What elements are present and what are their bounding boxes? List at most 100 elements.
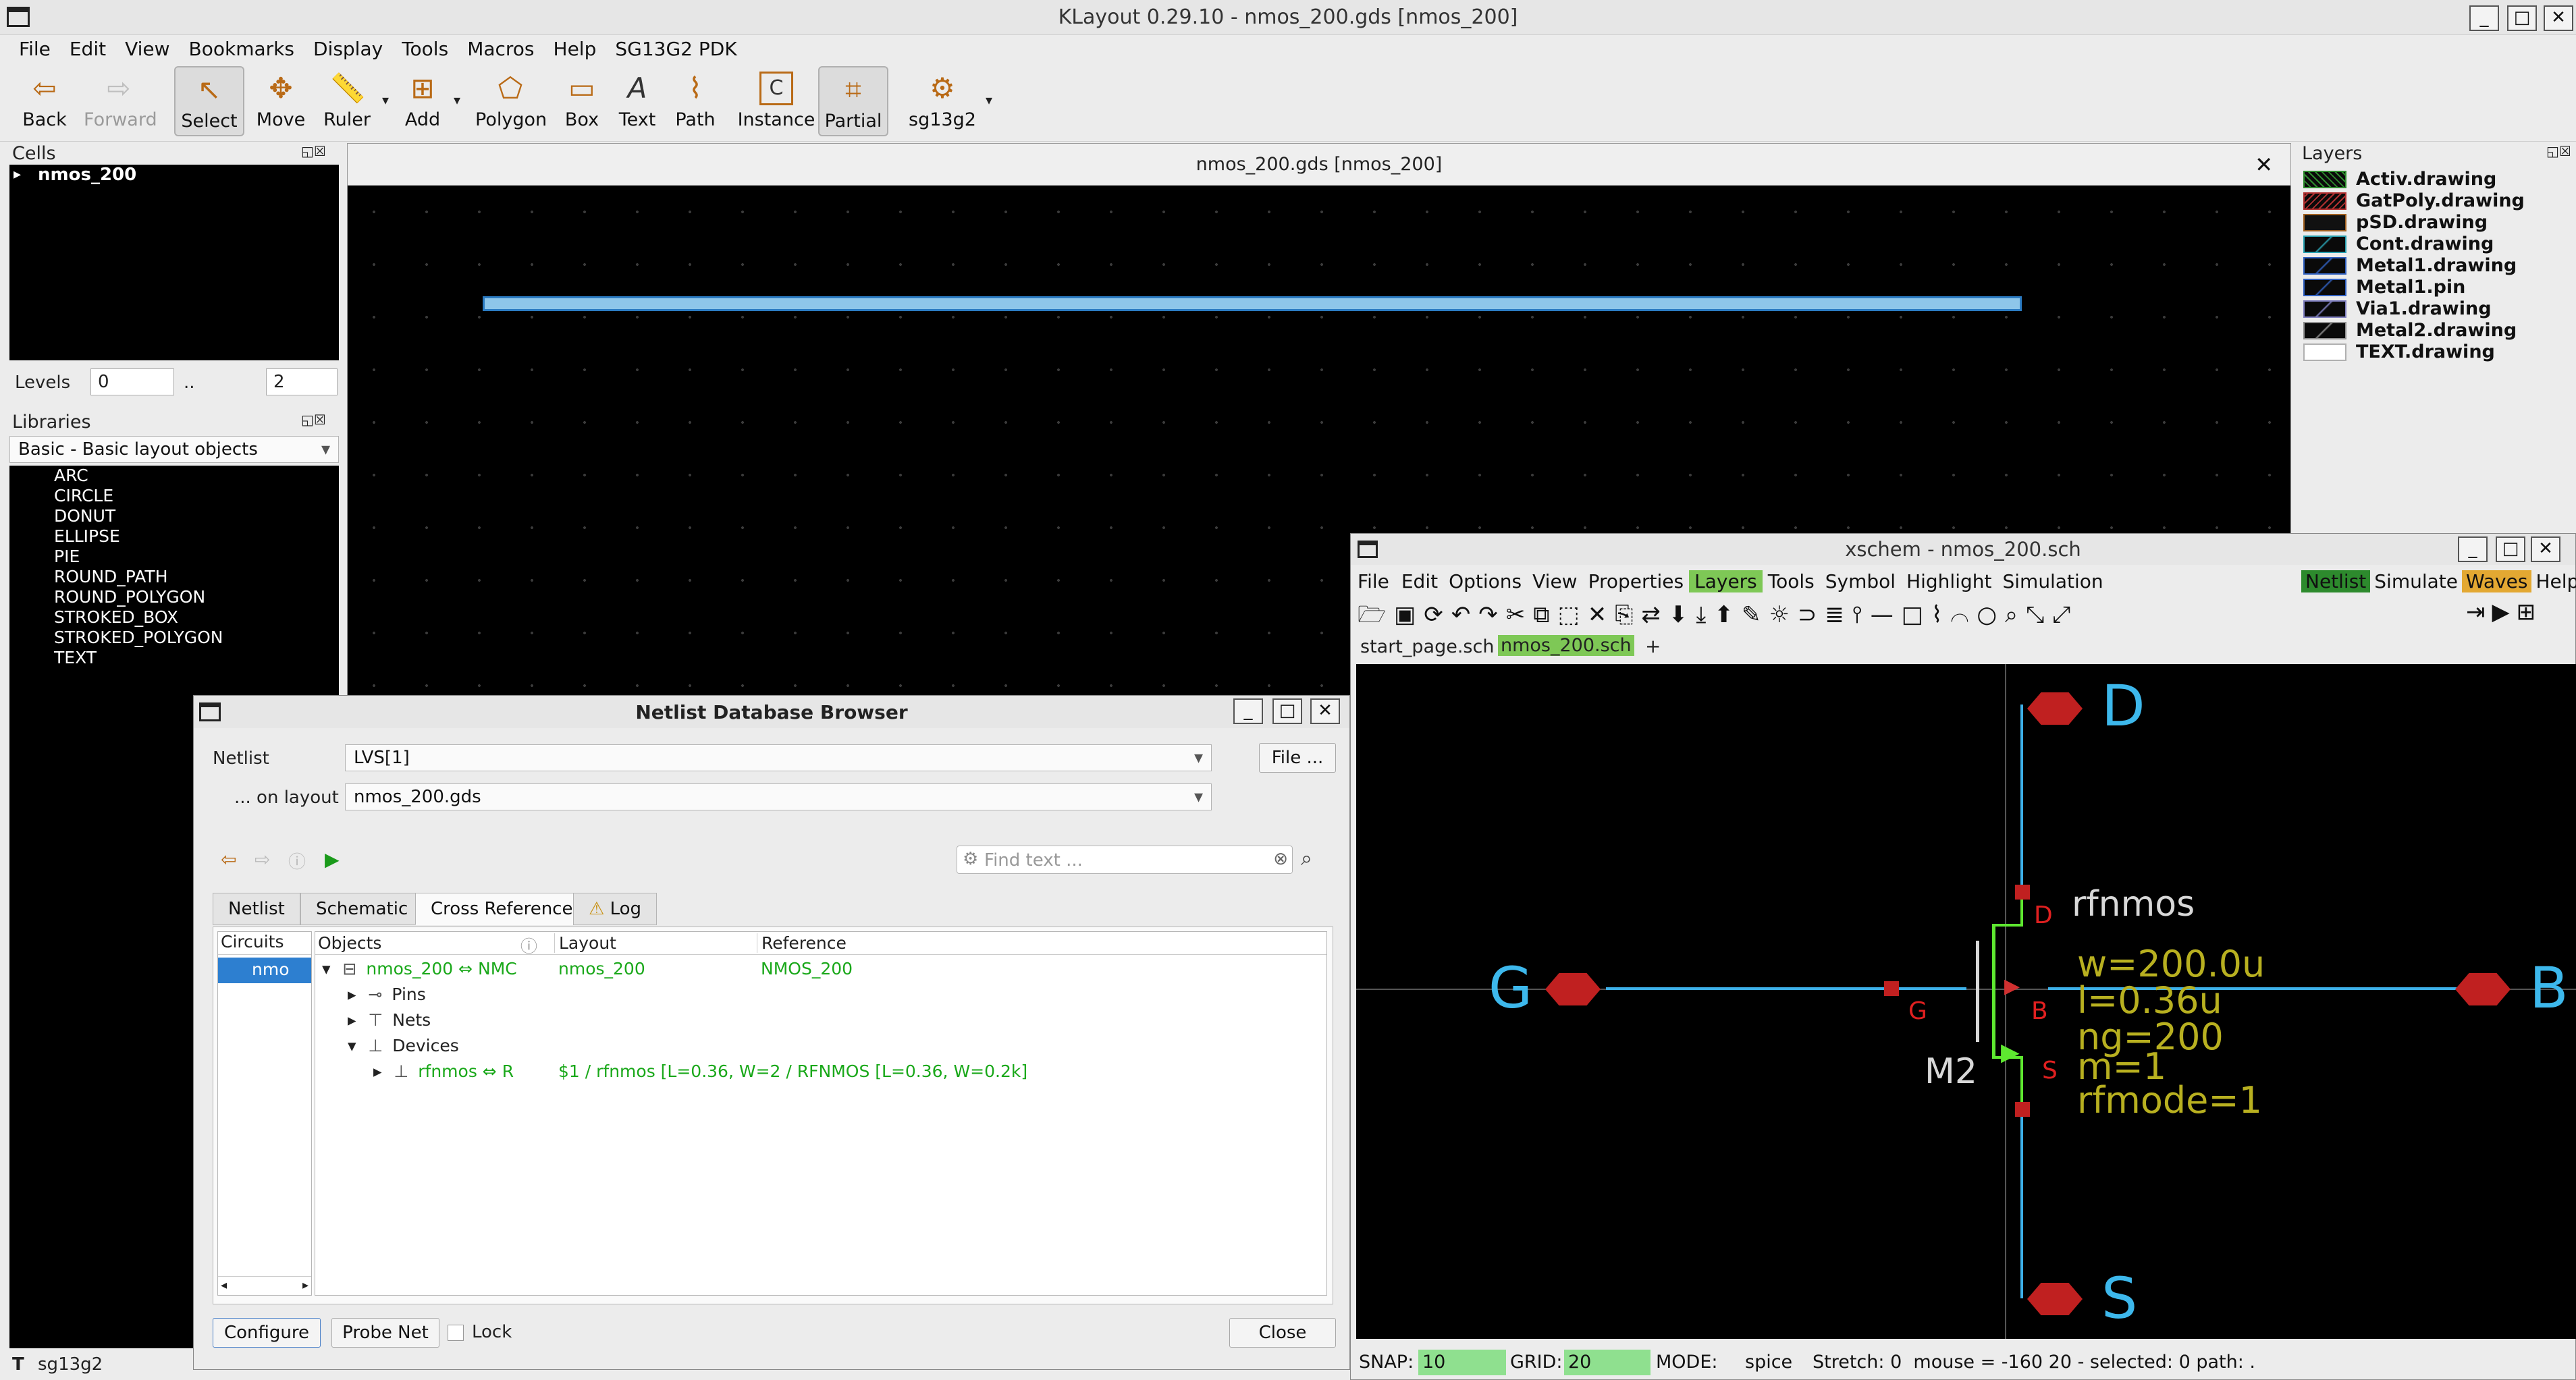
brush-icon[interactable]: ✎ — [1742, 601, 1769, 628]
cells-panel-controls[interactable]: ◱☒ — [301, 143, 326, 159]
ruler-tool[interactable]: 📏 Ruler — [312, 66, 382, 136]
tree-row-circuit[interactable]: ▾ ⊟ nmos_200 ⇔ NMC — [322, 959, 517, 978]
dialog-minimize-button[interactable]: _ — [1233, 698, 1263, 724]
collapse-arrow-icon[interactable]: ▾ — [348, 1036, 356, 1055]
library-item[interactable]: ROUND_PATH — [54, 567, 168, 586]
schematic-canvas[interactable]: ▶ ▶ D G B S rfnmos M2 D G B S w=200.0u l… — [1356, 664, 2576, 1339]
xmenu-help[interactable]: Help — [2531, 570, 2576, 592]
layers-panel-controls[interactable]: ◱☒ — [2546, 143, 2571, 159]
copy-icon[interactable]: ⧉ — [1533, 601, 1557, 628]
objects-tree[interactable]: Objects ⓘ Layout Reference ▾ ⊟ nmos_200 … — [315, 931, 1327, 1296]
waves-icon[interactable]: ⊞ — [2517, 599, 2543, 626]
library-item[interactable]: ROUND_POLYGON — [54, 587, 205, 607]
expand-arrow-icon[interactable]: ▸ — [14, 166, 21, 183]
save-icon[interactable]: ▣ — [1394, 601, 1424, 628]
layout-select[interactable]: nmos_200.gds — [345, 783, 1212, 810]
poly-icon[interactable]: ⌇ — [1931, 601, 1951, 628]
open-icon[interactable]: 🗁 — [1358, 601, 1394, 628]
library-item[interactable]: STROKED_BOX — [54, 607, 178, 627]
tab-cross-reference[interactable]: Cross Reference — [415, 893, 589, 925]
nav-back-icon[interactable]: ⇦ — [221, 848, 236, 871]
netlist-icon[interactable]: ⇥ — [2466, 599, 2492, 626]
close-layout-icon[interactable]: ✕ — [2255, 152, 2273, 177]
zoom-in-icon[interactable]: ⤢ — [2052, 601, 2078, 628]
swap-icon[interactable]: ⇄ — [1641, 601, 1669, 628]
xschem-close-button[interactable]: ✕ — [2531, 536, 2560, 562]
play-icon[interactable]: ▶ — [2492, 599, 2517, 626]
nav-forward-icon[interactable]: ⇨ — [254, 848, 270, 871]
pdk-button[interactable]: ⚙ sg13g2 — [907, 66, 977, 136]
xmenu-view[interactable]: View — [1527, 570, 1582, 592]
tab-netlist[interactable]: Netlist — [213, 893, 300, 925]
close-window-button[interactable]: ✕ — [2544, 5, 2573, 31]
netlist-select[interactable]: LVS[1] — [345, 744, 1212, 771]
dialog-maximize-button[interactable]: □ — [1272, 698, 1302, 724]
tab-log[interactable]: ⚠ Log — [573, 893, 658, 925]
push-icon[interactable]: ⬇ — [1669, 601, 1696, 628]
partial-tool[interactable]: ⌗ Partial — [818, 66, 888, 136]
netlist-button[interactable]: Netlist — [2301, 570, 2371, 592]
insert-icon[interactable]: ⎘ — [1615, 601, 1641, 628]
configure-button[interactable]: Configure — [213, 1318, 321, 1348]
levels-to-input[interactable]: 2 — [266, 368, 338, 395]
grid-input[interactable]: 20 — [1564, 1350, 1651, 1375]
file-button[interactable]: File ... — [1259, 743, 1336, 773]
zoom-out-icon[interactable]: ⤡ — [2026, 601, 2052, 628]
xmenu-highlight[interactable]: Highlight — [1901, 570, 1997, 592]
descend-icon[interactable]: ⤓ — [1696, 601, 1714, 628]
circuits-list[interactable]: Circuits nmo ◂ ▸ — [217, 931, 312, 1296]
add-tool[interactable]: ⊞ Add — [387, 66, 458, 136]
levels-from-input[interactable]: 0 — [90, 368, 174, 395]
menu-display[interactable]: Display — [304, 38, 392, 60]
col-reference[interactable]: Reference — [757, 933, 847, 953]
minimize-button[interactable]: _ — [2469, 5, 2499, 31]
xmenu-simulation[interactable]: Simulation — [1997, 570, 2108, 592]
menu-bookmarks[interactable]: Bookmarks — [180, 38, 304, 60]
tree-row-nets[interactable]: ▸ ⊤ Nets — [348, 1010, 431, 1030]
search-icon[interactable]: ⌕ — [1301, 847, 1312, 871]
info-icon[interactable]: ⓘ — [288, 848, 306, 873]
menu-view[interactable]: View — [115, 38, 179, 60]
xschem-maximize-button[interactable]: □ — [2496, 536, 2525, 562]
library-item[interactable]: ELLIPSE — [54, 526, 120, 546]
forward-button[interactable]: ⇨ Forward — [84, 66, 157, 136]
polygon-tool[interactable]: ⬠ Polygon — [475, 66, 547, 136]
lock-checkbox[interactable] — [448, 1325, 464, 1341]
pin-icon[interactable]: ⫯ — [1852, 601, 1871, 628]
libraries-panel-controls[interactable]: ◱☒ — [301, 412, 326, 428]
menu-help[interactable]: Help — [544, 38, 606, 60]
arc-icon[interactable]: ⌒ — [1950, 601, 1977, 628]
collapse-arrow-icon[interactable]: ▾ — [322, 959, 331, 978]
zoom-icon[interactable]: ⌕ — [2005, 601, 2026, 628]
col-layout[interactable]: Layout — [554, 933, 616, 953]
delete-icon[interactable]: ✕ — [1588, 601, 1615, 628]
reload-icon[interactable]: ⟳ — [1424, 601, 1451, 628]
simulate-button[interactable]: Simulate — [2370, 570, 2462, 592]
xmenu-edit[interactable]: Edit — [1396, 570, 1443, 592]
pin-s-shape[interactable] — [2027, 1283, 2083, 1315]
library-item[interactable]: CIRCLE — [54, 486, 113, 505]
undo-icon[interactable]: ↶ — [1451, 601, 1479, 628]
library-item[interactable]: TEXT — [54, 648, 97, 667]
line-icon[interactable]: — — [1871, 601, 1902, 628]
tab-nmos-200[interactable]: nmos_200.sch — [1498, 635, 1634, 656]
tree-row-pins[interactable]: ▸ ⊸ Pins — [348, 985, 426, 1004]
dialog-close-button[interactable]: ✕ — [1310, 698, 1340, 724]
select-tool[interactable]: ↖ Select — [174, 66, 244, 136]
circuits-item[interactable]: nmo — [218, 958, 311, 983]
menu-edit[interactable]: Edit — [60, 38, 115, 60]
library-item[interactable]: STROKED_POLYGON — [54, 628, 223, 647]
ascend-icon[interactable]: ⬆ — [1714, 601, 1742, 628]
library-item[interactable]: ARC — [54, 466, 88, 485]
pin-b-shape[interactable] — [2455, 973, 2511, 1005]
cells-tree[interactable]: ▸ nmos_200 — [9, 165, 339, 360]
redo-icon[interactable]: ↷ — [1478, 601, 1506, 628]
expand-arrow-icon[interactable]: ▸ — [348, 985, 356, 1004]
expand-arrow-icon[interactable]: ▸ — [348, 1010, 356, 1030]
library-item[interactable]: DONUT — [54, 506, 115, 526]
sun-icon[interactable]: ☼ — [1769, 601, 1797, 628]
expand-arrow-icon[interactable]: ▸ — [373, 1061, 382, 1081]
waves-button[interactable]: Waves — [2462, 570, 2532, 592]
tab-schematic[interactable]: Schematic — [300, 893, 424, 925]
xmenu-properties[interactable]: Properties — [1583, 570, 1690, 592]
